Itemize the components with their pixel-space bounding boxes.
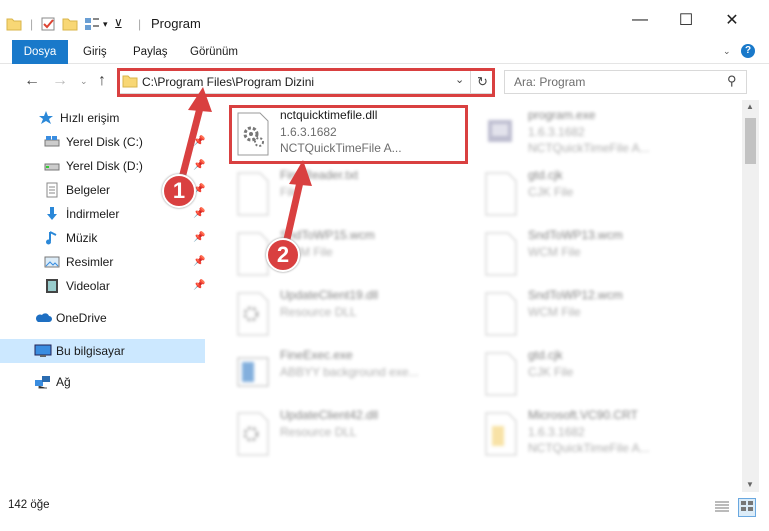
callout-badge-1: 1	[162, 174, 196, 208]
arrow-1-shaft	[178, 107, 204, 179]
callout-badge-2: 2	[266, 238, 300, 272]
arrow-1-head	[188, 87, 212, 112]
annotation-arrows	[178, 87, 312, 249]
arrow-2-head	[289, 160, 312, 186]
